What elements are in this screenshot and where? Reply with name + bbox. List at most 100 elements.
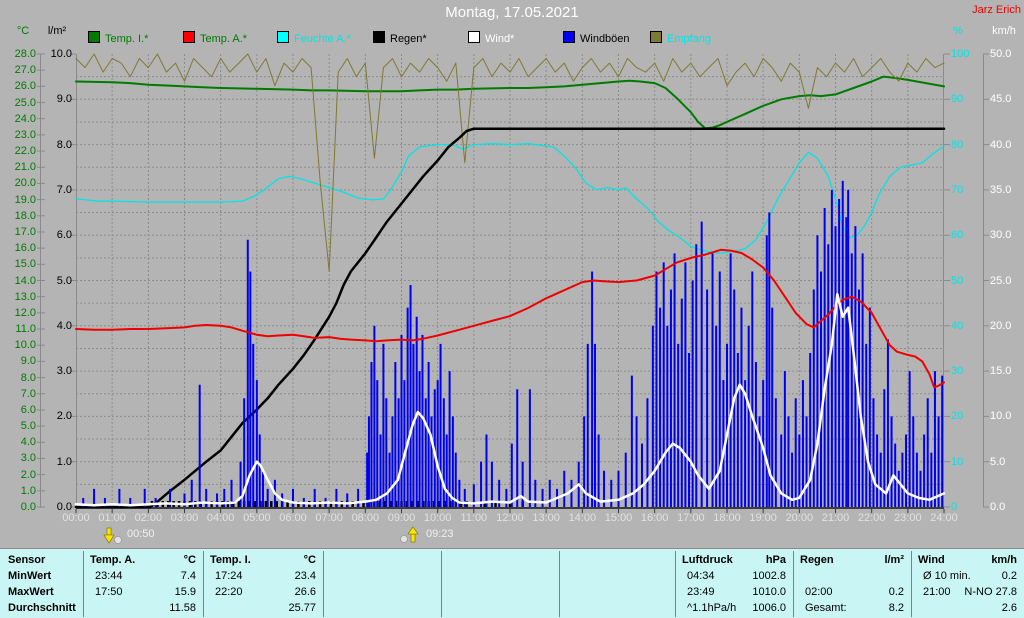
time-axis-tick-label: 20:00 bbox=[785, 512, 814, 524]
time-axis-tick-label: 07:00 bbox=[315, 512, 343, 524]
wind-axis-tick-label: 40.0 bbox=[990, 138, 1012, 151]
time-axis-tick-label: 09:00 bbox=[387, 512, 416, 524]
temp-axis-tick-label: 19.0 bbox=[14, 193, 36, 206]
temp-axis-tick-label: 20.0 bbox=[14, 177, 36, 190]
time-axis-tick-label: 13:00 bbox=[532, 512, 560, 524]
temp-axis-tick-label: 13.0 bbox=[14, 290, 36, 303]
wind-axis-tick-label: 35.0 bbox=[990, 183, 1012, 196]
temp-axis-tick-label: 8.0 bbox=[20, 371, 36, 384]
summary-table-cell-value: 1010.0 bbox=[752, 586, 786, 598]
summary-table-corner-label: Sensor bbox=[8, 554, 46, 566]
weather-chart bbox=[37, 53, 989, 513]
humidity-axis-tick-label: 20 bbox=[951, 410, 964, 423]
time-axis-tick-label: 22:00 bbox=[857, 512, 886, 524]
rain-axis-tick-label: 6.0 bbox=[56, 229, 72, 242]
summary-table-group-unit: hPa bbox=[765, 554, 786, 566]
time-axis-tick-label: 00:00 bbox=[62, 512, 90, 524]
temp-axis-tick-label: 4.0 bbox=[20, 436, 36, 449]
summary-table-divider bbox=[323, 551, 324, 617]
humidity-axis-tick-label: 100 bbox=[951, 48, 970, 60]
temp-axis-tick-label: 3.0 bbox=[20, 452, 36, 465]
summary-table-cell-value: 0.2 bbox=[888, 586, 904, 598]
rain-axis-tick-label: 7.0 bbox=[56, 183, 72, 196]
time-axis-tick-label: 08:00 bbox=[351, 512, 380, 524]
time-axis-tick-label: 11:00 bbox=[460, 512, 488, 524]
summary-table-divider bbox=[911, 551, 912, 617]
summary-table-cell-value: 2.6 bbox=[1001, 602, 1017, 614]
summary-table-cell-value: 1002.8 bbox=[752, 570, 786, 582]
marker-arrow-down-icon bbox=[100, 525, 126, 550]
wind-axis-tick-label: 45.0 bbox=[990, 93, 1012, 106]
temp-axis-tick-label: 15.0 bbox=[14, 258, 36, 271]
time-axis-tick-label: 16:00 bbox=[640, 512, 669, 524]
rain-axis-tick-label: 8.0 bbox=[56, 138, 72, 151]
summary-table-group-unit: °C bbox=[303, 554, 316, 566]
time-axis-tick-label: 14:00 bbox=[568, 512, 597, 524]
summary-table-divider bbox=[203, 551, 204, 617]
temp-axis-tick-label: 6.0 bbox=[20, 403, 36, 416]
temp-axis-tick-label: 1.0 bbox=[20, 484, 36, 497]
summary-table-cell-value: 15.9 bbox=[174, 586, 196, 598]
temp-axis-tick-label: 2.0 bbox=[20, 468, 36, 481]
summary-table-cell-value: 7.4 bbox=[180, 570, 196, 582]
summary-table-row-label: MinWert bbox=[8, 570, 52, 582]
wind-axis-tick-label: 0.0 bbox=[990, 501, 1006, 513]
time-axis-tick-label: 23:00 bbox=[894, 512, 922, 524]
temp-axis-tick-label: 16.0 bbox=[14, 242, 36, 255]
wind-axis-tick-label: 25.0 bbox=[990, 274, 1012, 287]
temp-axis-tick-label: 18.0 bbox=[14, 209, 36, 222]
temp-axis-tick-label: 5.0 bbox=[20, 420, 36, 433]
temp-axis-tick-label: 22.0 bbox=[14, 145, 36, 158]
time-axis-tick-label: 01:00 bbox=[98, 512, 126, 524]
wind-axis-tick-label: 10.0 bbox=[990, 410, 1012, 423]
time-axis-tick-label: 03:00 bbox=[170, 512, 199, 524]
temp-axis-tick-label: 23.0 bbox=[14, 128, 36, 141]
wind-axis-tick-label: 30.0 bbox=[990, 229, 1012, 242]
summary-table-cell-value: N-NO 27.8 bbox=[964, 586, 1017, 598]
temp-axis-tick-label: 24.0 bbox=[14, 112, 36, 125]
wind-axis-tick-label: 50.0 bbox=[990, 48, 1012, 60]
weather-app-screen: Montag, 17.05.2021 Jarz Erich °C l/m² % … bbox=[0, 0, 1024, 618]
temp-axis-tick-label: 9.0 bbox=[20, 355, 36, 368]
temp-axis-tick-label: 26.0 bbox=[14, 80, 36, 93]
time-axis-tick-label: 10:00 bbox=[423, 512, 452, 524]
temp-axis-tick-label: 11.0 bbox=[15, 323, 36, 336]
time-axis-tick-label: 17:00 bbox=[677, 512, 705, 524]
summary-table-row-label: MaxWert bbox=[8, 586, 54, 598]
summary-table-cell-value: 11.58 bbox=[169, 602, 196, 614]
temp-axis-tick-label: 0.0 bbox=[20, 501, 36, 513]
temp-axis-tick-label: 25.0 bbox=[14, 96, 36, 109]
humidity-axis-tick-label: 40 bbox=[951, 319, 964, 332]
rain-axis-tick-label: 3.0 bbox=[56, 365, 72, 378]
time-axis-tick-label: 05:00 bbox=[243, 512, 271, 524]
time-axis-tick-label: 19:00 bbox=[749, 512, 777, 524]
summary-table-cell-value: 1006.0 bbox=[752, 602, 786, 614]
humidity-axis-tick-label: 30 bbox=[951, 365, 964, 378]
wind-axis-tick-label: 20.0 bbox=[990, 319, 1012, 332]
temp-axis-tick-label: 14.0 bbox=[14, 274, 36, 287]
summary-table-divider bbox=[793, 551, 794, 617]
temp-axis-tick-label: 17.0 bbox=[14, 225, 36, 238]
time-axis-tick-label: 24:00 bbox=[930, 512, 958, 524]
humidity-axis-tick-label: 70 bbox=[951, 183, 964, 196]
temp-axis-tick-label: 28.0 bbox=[14, 48, 36, 60]
summary-table-cell-value: 8.2 bbox=[888, 602, 904, 614]
time-axis-tick-label: 15:00 bbox=[604, 512, 633, 524]
wind-axis-tick-label: 5.0 bbox=[990, 455, 1006, 468]
summary-table-group-unit: l/m² bbox=[884, 554, 904, 566]
temp-axis-tick-label: 10.0 bbox=[14, 339, 36, 352]
summary-table-divider bbox=[441, 551, 442, 617]
temp-axis-tick-label: 21.0 bbox=[14, 161, 36, 174]
humidity-axis-tick-label: 10 bbox=[951, 455, 964, 468]
summary-table-group-unit: °C bbox=[183, 554, 196, 566]
time-axis-tick-label: 12:00 bbox=[496, 512, 524, 524]
summary-table-cell-value: 0.2 bbox=[1001, 570, 1017, 582]
time-axis-tick-label: 06:00 bbox=[279, 512, 307, 524]
summary-table-row-label: Durchschnitt bbox=[8, 602, 76, 614]
marker-down-time: 00:50 bbox=[127, 528, 155, 540]
summary-table-cell-value: 23.4 bbox=[294, 570, 316, 582]
marker-arrow-up-icon bbox=[399, 525, 425, 550]
humidity-axis-tick-label: 80 bbox=[951, 138, 964, 151]
summary-table-divider bbox=[83, 551, 84, 617]
rain-axis-tick-label: 1.0 bbox=[56, 455, 72, 468]
